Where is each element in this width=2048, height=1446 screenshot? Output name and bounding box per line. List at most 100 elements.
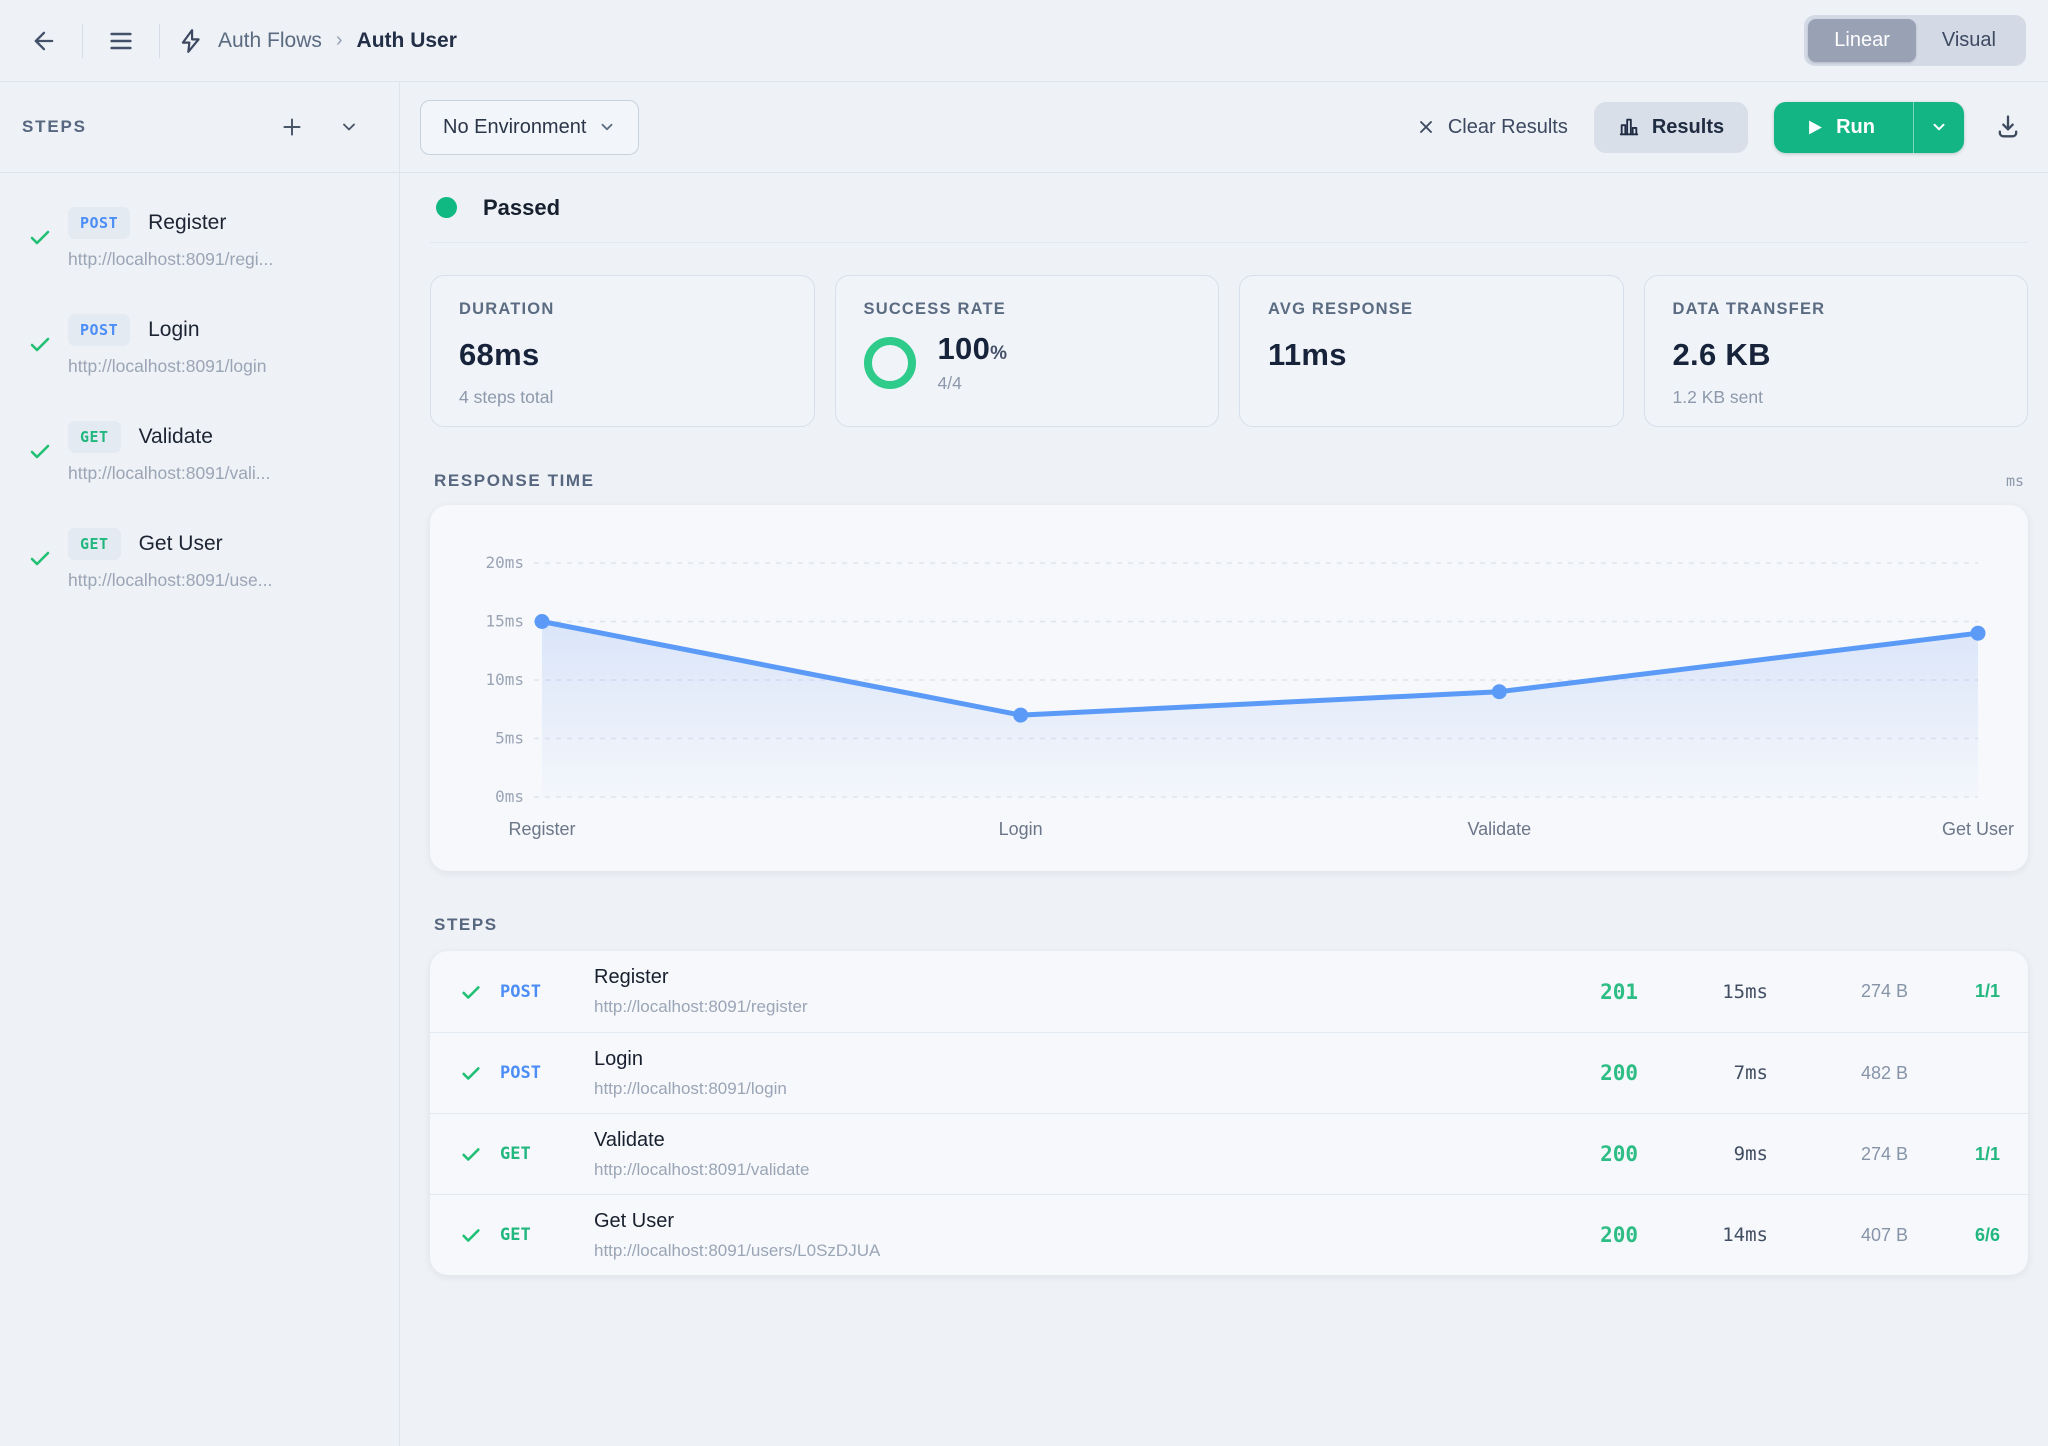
- arrow-left-icon: [30, 27, 58, 55]
- sidebar: STEPS POST: [0, 82, 400, 1446]
- breadcrumb-parent[interactable]: Auth Flows: [218, 29, 322, 53]
- response-size: 407 B: [1768, 1225, 1908, 1246]
- svg-text:0ms: 0ms: [495, 787, 524, 806]
- download-button[interactable]: [1990, 109, 2026, 145]
- clear-results-button[interactable]: Clear Results: [1416, 116, 1568, 139]
- steps-section-header: STEPS: [430, 915, 2028, 935]
- step-url: http://localhost:8091/use...: [68, 570, 379, 591]
- method-badge: POST: [68, 314, 130, 346]
- method-label: GET: [500, 1225, 588, 1245]
- success-ring-icon: [864, 337, 916, 389]
- chart-unit-label: ms: [2006, 472, 2024, 490]
- toggle-visual[interactable]: Visual: [1916, 19, 2022, 62]
- stat-unit: %: [990, 343, 1007, 364]
- stat-value: 100: [938, 331, 991, 367]
- add-step-button[interactable]: [273, 108, 311, 146]
- response-time: 9ms: [1638, 1143, 1768, 1165]
- stat-subtitle: 4 steps total: [459, 387, 786, 408]
- assertions-count: 6/6: [1908, 1225, 2000, 1246]
- sidebar-step-register[interactable]: POST Register http://localhost:8091/regi…: [0, 201, 399, 276]
- download-icon: [1994, 113, 2022, 141]
- stat-subtitle: 1.2 KB sent: [1673, 387, 2000, 408]
- check-icon: [28, 546, 52, 570]
- steps-section-title: STEPS: [434, 915, 498, 935]
- play-icon: [1808, 119, 1823, 136]
- request-url: http://localhost:8091/register: [594, 997, 1528, 1017]
- environment-label: No Environment: [443, 116, 586, 139]
- table-row-login[interactable]: POST Login http://localhost:8091/login 2…: [430, 1032, 2028, 1113]
- clear-results-label: Clear Results: [1448, 116, 1568, 139]
- method-label: GET: [500, 1144, 588, 1164]
- stat-label: DATA TRANSFER: [1673, 300, 2000, 319]
- run-status: Passed: [430, 173, 2028, 243]
- breadcrumb-separator: ›: [336, 29, 343, 52]
- response-time: 15ms: [1638, 981, 1768, 1003]
- breadcrumb: Auth Flows › Auth User: [178, 28, 457, 54]
- response-time: 14ms: [1638, 1224, 1768, 1246]
- back-button[interactable]: [24, 21, 64, 61]
- step-url: http://localhost:8091/regi...: [68, 249, 379, 270]
- sidebar-title: STEPS: [22, 117, 87, 137]
- stats-row: DURATION 68ms 4 steps total SUCCESS RATE…: [430, 275, 2028, 427]
- table-row-register[interactable]: POST Register http://localhost:8091/regi…: [430, 951, 2028, 1032]
- response-time-header: RESPONSE TIME ms: [430, 471, 2028, 491]
- toggle-linear[interactable]: Linear: [1808, 19, 1916, 62]
- menu-button[interactable]: [101, 21, 141, 61]
- check-icon: [28, 225, 52, 249]
- stat-value: 2.6 KB: [1673, 337, 2000, 373]
- run-options-button[interactable]: [1913, 102, 1964, 153]
- stat-card-success-rate: SUCCESS RATE 100% 4/4: [835, 275, 1220, 427]
- table-row-get-user[interactable]: GET Get User http://localhost:8091/users…: [430, 1194, 2028, 1275]
- response-time: 7ms: [1638, 1062, 1768, 1084]
- method-label: POST: [500, 982, 588, 1002]
- request-url: http://localhost:8091/validate: [594, 1160, 1528, 1180]
- svg-text:5ms: 5ms: [495, 729, 524, 748]
- request-name: Login: [594, 1048, 1528, 1071]
- check-icon: [460, 1224, 500, 1246]
- check-icon: [460, 1143, 500, 1165]
- svg-text:15ms: 15ms: [485, 612, 524, 631]
- method-badge: GET: [68, 528, 121, 560]
- chevron-down-icon: [1930, 118, 1948, 136]
- check-icon: [460, 981, 500, 1003]
- step-list: POST Register http://localhost:8091/regi…: [0, 173, 399, 657]
- method-badge: GET: [68, 421, 121, 453]
- step-url: http://localhost:8091/vali...: [68, 463, 379, 484]
- response-time-title: RESPONSE TIME: [434, 471, 595, 491]
- table-row-validate[interactable]: GET Validate http://localhost:8091/valid…: [430, 1113, 2028, 1194]
- svg-text:20ms: 20ms: [485, 553, 524, 572]
- step-name: Login: [148, 318, 199, 342]
- svg-text:Login: Login: [999, 819, 1043, 839]
- sidebar-step-get-user[interactable]: GET Get User http://localhost:8091/use..…: [0, 522, 399, 597]
- stat-label: SUCCESS RATE: [864, 300, 1191, 319]
- collapse-steps-button[interactable]: [333, 111, 365, 143]
- main-panel: No Environment Clear Results Results: [400, 82, 2048, 1446]
- divider: [82, 24, 83, 58]
- hamburger-icon: [107, 27, 135, 55]
- assertions-count: 1/1: [1908, 1144, 2000, 1165]
- step-name: Validate: [139, 425, 213, 449]
- steps-table: POST Register http://localhost:8091/regi…: [430, 951, 2028, 1275]
- stat-label: AVG RESPONSE: [1268, 300, 1595, 319]
- run-split-button: Run: [1774, 102, 1964, 153]
- environment-select[interactable]: No Environment: [420, 100, 639, 155]
- request-url: http://localhost:8091/users/L0SzDJUA: [594, 1241, 1528, 1261]
- check-icon: [28, 439, 52, 463]
- results-label: Results: [1652, 116, 1724, 139]
- stat-card-data-transfer: DATA TRANSFER 2.6 KB 1.2 KB sent: [1644, 275, 2029, 427]
- sidebar-step-validate[interactable]: GET Validate http://localhost:8091/vali.…: [0, 415, 399, 490]
- page-title: Auth User: [357, 29, 457, 53]
- status-code: 200: [1528, 1223, 1638, 1247]
- check-icon: [28, 332, 52, 356]
- status-code: 201: [1528, 980, 1638, 1004]
- status-code: 200: [1528, 1142, 1638, 1166]
- request-name: Validate: [594, 1129, 1528, 1152]
- run-button[interactable]: Run: [1774, 102, 1913, 153]
- plus-icon: [279, 114, 305, 140]
- stat-subtitle: 4/4: [938, 373, 1008, 394]
- chevron-down-icon: [339, 117, 359, 137]
- sidebar-step-login[interactable]: POST Login http://localhost:8091/login: [0, 308, 399, 383]
- step-name: Get User: [139, 532, 223, 556]
- stat-value: 11ms: [1268, 337, 1595, 373]
- results-button[interactable]: Results: [1594, 102, 1748, 153]
